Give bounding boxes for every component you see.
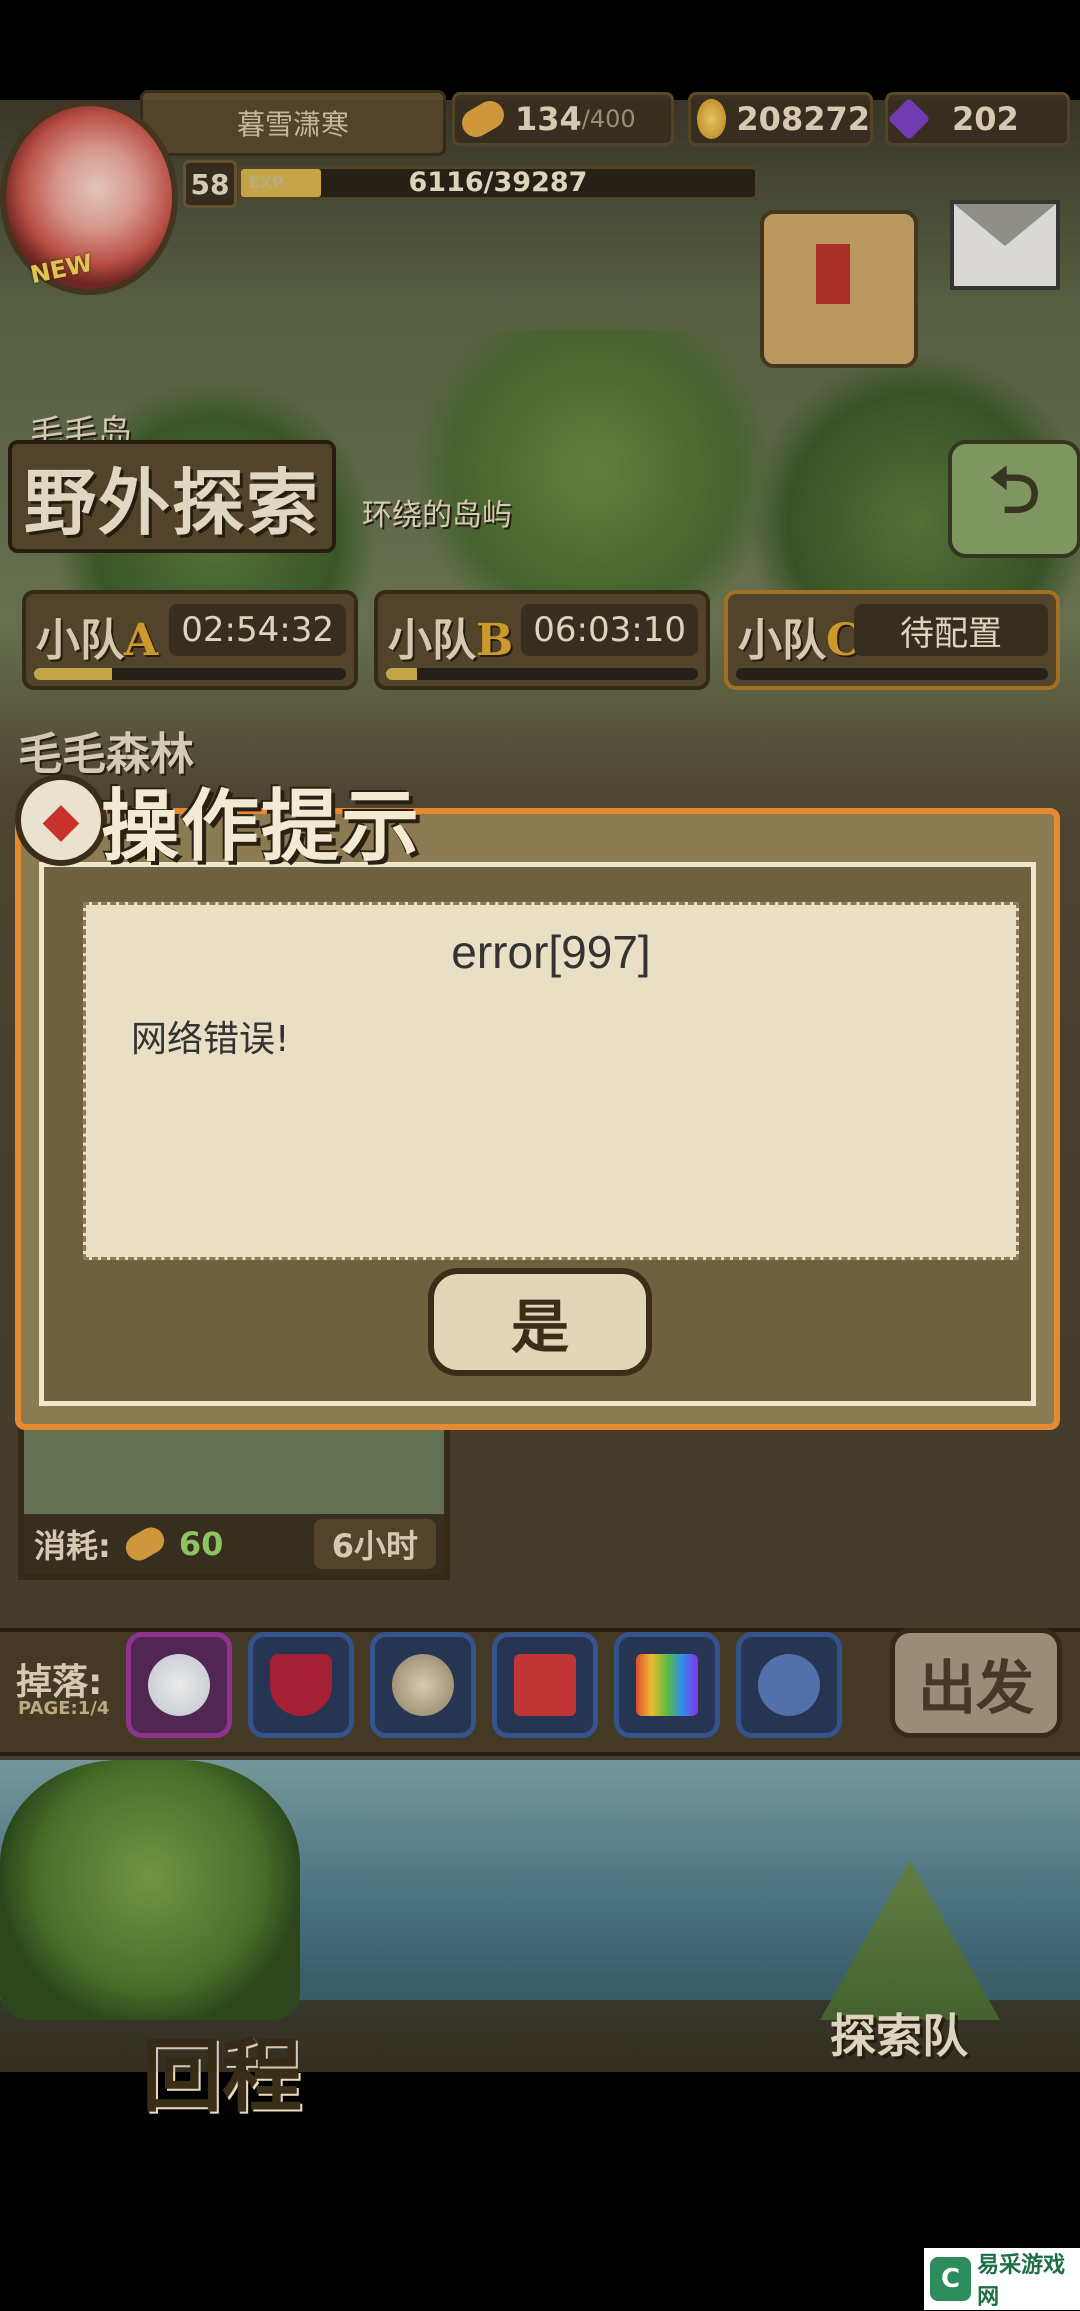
info-badge-icon: ◆ [15, 774, 107, 866]
confirm-button[interactable]: 是 [428, 1268, 652, 1376]
watermark-logo-icon: C [930, 2257, 972, 2301]
error-message: 网络错误! [131, 1019, 290, 1060]
dialog-header-title: 操作提示 [101, 781, 422, 872]
dialog-header: ◆ 操作提示 [15, 770, 421, 872]
dialog-paper: error[997] 网络错误! [83, 902, 1019, 1260]
error-title: error[997] [451, 926, 651, 978]
watermark-text: 易采游戏网 [977, 2253, 1066, 2310]
site-watermark: C 易采游戏网 [924, 2248, 1080, 2310]
